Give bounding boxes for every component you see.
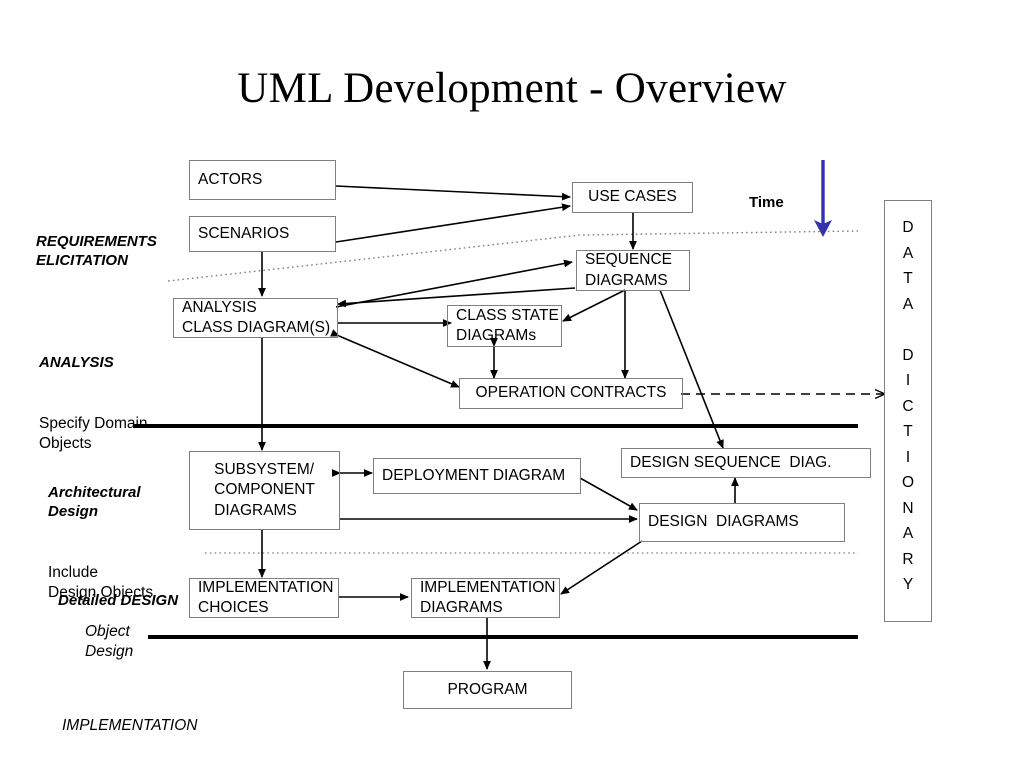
data-dictionary-char-14: Y bbox=[902, 576, 914, 593]
stage-analysis-heading: ANALYSIS bbox=[39, 353, 114, 371]
node-use-cases-label: USE CASES bbox=[588, 188, 677, 206]
node-sequence-diagrams-label: SEQUENCE DIAGRAMS bbox=[585, 251, 672, 289]
node-actors-label: ACTORS bbox=[198, 170, 263, 188]
node-implementation-diagrams-label: IMPLEMENTATION DIAGRAMS bbox=[420, 578, 556, 616]
node-implementation-choices[interactable]: IMPLEMENTATION CHOICES bbox=[189, 578, 339, 618]
data-dictionary-char-7: C bbox=[902, 397, 914, 415]
stage-architectural-heading: Architectural Design bbox=[48, 483, 141, 521]
node-implementation-choices-label: IMPLEMENTATION CHOICES bbox=[198, 578, 334, 616]
node-analysis-class-diagram[interactable]: ANALYSIS CLASS DIAGRAM(S) bbox=[173, 298, 338, 338]
data-dictionary-char-1: A bbox=[902, 244, 914, 262]
slide-canvas: DATA DICTIONARY (dashed) --> UML Develop… bbox=[0, 0, 1024, 768]
page-title: UML Development - Overview bbox=[237, 65, 787, 112]
data-dictionary-char-5: D bbox=[902, 346, 914, 364]
node-data-dictionary[interactable]: DATA DICTIONARY bbox=[884, 200, 932, 622]
data-dictionary-char-6: I bbox=[905, 372, 911, 389]
edge-deployment-designdiagrams bbox=[579, 477, 638, 511]
node-operation-contracts-label: OPERATION CONTRACTS bbox=[475, 384, 667, 402]
node-program-label: PROGRAM bbox=[447, 680, 528, 698]
data-dictionary-char-2: T bbox=[903, 270, 913, 287]
data-dictionary-char-10: O bbox=[901, 474, 915, 491]
edge-sequence-analysisclass bbox=[337, 287, 576, 308]
stage-label-implementation: IMPLEMENTATION bbox=[62, 674, 198, 768]
node-subsystem-component-diagrams-label: SUBSYSTEM/ COMPONENT DIAGRAMS bbox=[214, 460, 315, 519]
node-class-state-diagrams[interactable]: CLASS STATE DIAGRAMs bbox=[447, 305, 562, 347]
data-dictionary-char-0: D bbox=[902, 219, 914, 236]
stage-label-requirements: REQUIREMENTS ELICITATION bbox=[36, 190, 157, 312]
stage-object-design-sub: Object Design bbox=[85, 622, 134, 660]
node-design-sequence-diag-label: DESIGN SEQUENCE DIAG. bbox=[630, 453, 832, 471]
edge-designdiagrams-impldiagrams bbox=[560, 540, 643, 595]
stage-implementation-sub: IMPLEMENTATION bbox=[62, 716, 198, 734]
node-design-diagrams-label: DESIGN DIAGRAMS bbox=[648, 513, 799, 531]
node-class-state-diagrams-label: CLASS STATE DIAGRAMs bbox=[456, 306, 559, 344]
node-deployment-diagram-label: DEPLOYMENT DIAGRAM bbox=[382, 466, 566, 484]
node-implementation-diagrams[interactable]: IMPLEMENTATION DIAGRAMS bbox=[411, 578, 560, 618]
node-actors[interactable]: ACTORS bbox=[189, 160, 336, 200]
node-analysis-class-diagram-label: ANALYSIS CLASS DIAGRAM(S) bbox=[182, 298, 331, 336]
node-program[interactable]: PROGRAM bbox=[403, 671, 572, 709]
edge-actors-usecases bbox=[335, 185, 571, 201]
node-sequence-diagrams[interactable]: SEQUENCE DIAGRAMS bbox=[576, 250, 690, 291]
data-dictionary-char-4 bbox=[906, 317, 910, 343]
node-design-sequence-diag[interactable]: DESIGN SEQUENCE DIAG. bbox=[621, 448, 871, 478]
edge-analysisclass-opcontracts bbox=[330, 329, 460, 388]
edge-sequence-classstate bbox=[562, 289, 626, 322]
edge-sequence-designsequence bbox=[659, 289, 724, 449]
time-label: Time bbox=[749, 194, 784, 211]
node-design-diagrams[interactable]: DESIGN DIAGRAMS bbox=[639, 503, 845, 542]
stage-requirements-heading: REQUIREMENTS ELICITATION bbox=[36, 232, 157, 270]
data-dictionary-char-13: R bbox=[902, 550, 914, 568]
node-use-cases[interactable]: USE CASES bbox=[572, 182, 693, 213]
data-dictionary-char-3: A bbox=[902, 295, 914, 313]
node-subsystem-component-diagrams[interactable]: SUBSYSTEM/ COMPONENT DIAGRAMS bbox=[189, 451, 340, 530]
data-dictionary-char-12: A bbox=[902, 525, 914, 542]
edge-analysisclass-sequence bbox=[335, 259, 573, 308]
node-deployment-diagram[interactable]: DEPLOYMENT DIAGRAM bbox=[373, 458, 581, 494]
data-dictionary-char-8: T bbox=[903, 423, 913, 440]
data-dictionary-char-11: N bbox=[902, 499, 914, 517]
node-operation-contracts[interactable]: OPERATION CONTRACTS bbox=[459, 378, 683, 409]
edge-scenarios-usecases bbox=[335, 203, 571, 243]
node-scenarios[interactable]: SCENARIOS bbox=[189, 216, 336, 252]
data-dictionary-char-9: I bbox=[905, 448, 911, 466]
node-scenarios-label: SCENARIOS bbox=[198, 224, 290, 242]
